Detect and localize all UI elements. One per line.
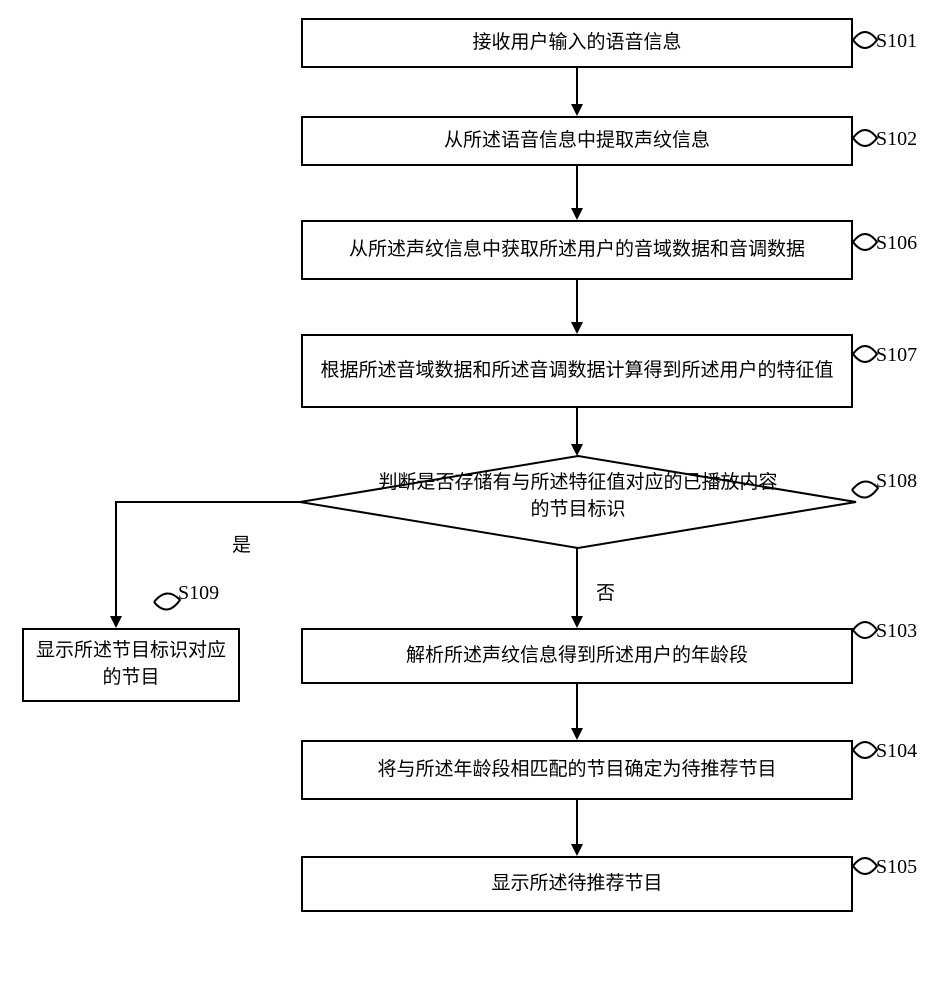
label-curve-s103 — [853, 618, 879, 642]
label-curve-s102 — [853, 126, 879, 150]
arrow-s102-s106 — [570, 166, 584, 220]
step-text: 将与所述年龄段相匹配的节目确定为待推荐节目 — [377, 757, 776, 784]
branch-no: 否 — [596, 578, 615, 605]
process-step-s103: 解析所述声纹信息得到所述用户的年龄段 — [301, 628, 853, 684]
arrow-s106-s107 — [570, 280, 584, 334]
step-id-s108: S108 — [876, 470, 917, 493]
process-step-s102: 从所述语音信息中提取声纹信息 — [301, 116, 853, 166]
arrow-no-s103 — [570, 548, 584, 628]
step-id-s104: S104 — [876, 740, 917, 763]
process-step-s107: 根据所述音域数据和所述音调数据计算得到所述用户的特征值 — [301, 334, 853, 408]
step-text: 根据所述音域数据和所述音调数据计算得到所述用户的特征值 — [320, 358, 833, 385]
step-id-s102: S102 — [876, 128, 917, 151]
label-curve-s104 — [853, 738, 879, 762]
label-curve-s108 — [852, 478, 880, 502]
process-step-s104: 将与所述年龄段相匹配的节目确定为待推荐节目 — [301, 740, 853, 800]
step-text: 解析所述声纹信息得到所述用户的年龄段 — [406, 643, 748, 670]
arrow-s107-s108 — [570, 408, 584, 456]
step-id-s103: S103 — [876, 620, 917, 643]
process-step-s109: 显示所述节目标识对应的节目 — [22, 628, 240, 702]
process-step-s105: 显示所述待推荐节目 — [301, 856, 853, 912]
arrow-s101-s102 — [570, 68, 584, 116]
step-text: 显示所述节目标识对应的节目 — [36, 638, 226, 691]
step-id-s101: S101 — [876, 30, 917, 53]
step-text: 从所述声纹信息中获取所述用户的音域数据和音调数据 — [349, 237, 805, 264]
arrow-s104-s105 — [570, 800, 584, 856]
label-curve-s107 — [853, 342, 879, 366]
process-step-s106: 从所述声纹信息中获取所述用户的音域数据和音调数据 — [301, 220, 853, 280]
arrow-s103-s104 — [570, 684, 584, 740]
step-id-s105: S105 — [876, 856, 917, 879]
step-text: 显示所述待推荐节目 — [491, 871, 662, 898]
step-text: 从所述语音信息中提取声纹信息 — [444, 128, 710, 155]
decision-text-s108: 判断是否存储有与所述特征值对应的已播放内容的节目标识 — [370, 470, 786, 523]
label-curve-s109 — [154, 590, 182, 614]
step-id-s107: S107 — [876, 344, 917, 367]
process-step-s101: 接收用户输入的语音信息 — [301, 18, 853, 68]
branch-yes: 是 — [232, 530, 251, 557]
label-curve-s105 — [853, 854, 879, 878]
step-id-s106: S106 — [876, 232, 917, 255]
step-id-s109: S109 — [178, 582, 219, 605]
label-curve-s101 — [853, 28, 879, 52]
step-text: 接收用户输入的语音信息 — [472, 30, 681, 57]
label-curve-s106 — [853, 230, 879, 254]
arrow-yes-s109 — [110, 500, 310, 628]
